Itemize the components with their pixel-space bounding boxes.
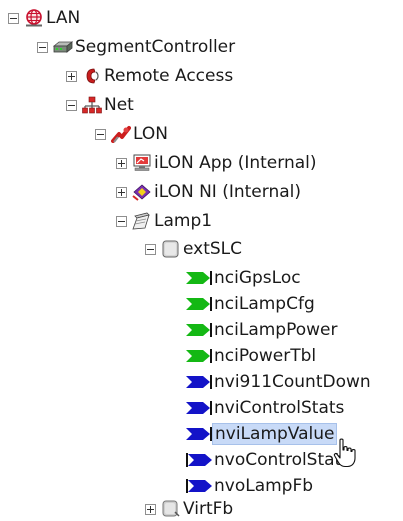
tree-node-segment-controller[interactable]: SegmentController xyxy=(37,35,237,59)
nci-datapoint-icon xyxy=(186,297,212,311)
tree-node-virtfb[interactable]: VirtFb xyxy=(145,497,235,521)
nci-datapoint-icon xyxy=(186,349,212,363)
tree-label: iLON NI (Internal) xyxy=(154,182,302,202)
lon-channel-icon xyxy=(111,126,131,143)
tree-node-remote-access[interactable]: Remote Access xyxy=(66,64,235,88)
phone-icon xyxy=(86,68,99,84)
expand-toggle[interactable] xyxy=(116,186,127,198)
tree-label: LON xyxy=(133,124,168,144)
expand-toggle[interactable] xyxy=(66,70,77,82)
controller-device-icon xyxy=(53,41,73,53)
tree-node-lon[interactable]: LON xyxy=(95,122,170,146)
computer-app-icon xyxy=(133,154,151,171)
datapoint-item[interactable]: nciGpsLoc xyxy=(186,266,303,290)
expand-toggle[interactable] xyxy=(145,503,156,515)
network-icon xyxy=(82,96,102,114)
datapoint-item[interactable]: nvi911CountDown xyxy=(186,370,373,394)
tree-label: iLON App (Internal) xyxy=(154,153,317,173)
datapoint-item[interactable]: nciLampPower xyxy=(186,318,339,342)
tree-label: SegmentController xyxy=(75,37,236,57)
tree-label: VirtFb xyxy=(183,499,234,519)
datapoint-item[interactable]: nviControlStats xyxy=(186,396,346,420)
expand-toggle[interactable] xyxy=(116,157,127,169)
collapse-toggle[interactable] xyxy=(95,128,106,140)
tree-label: extSLC xyxy=(183,239,243,259)
nvi-datapoint-icon xyxy=(186,375,212,389)
datapoint-label: nvi911CountDown xyxy=(214,372,371,392)
lamp-device-icon xyxy=(132,212,150,230)
collapse-toggle[interactable] xyxy=(116,215,127,227)
datapoint-item[interactable]: nvoLampFb xyxy=(186,474,315,498)
tree-node-lan[interactable]: LAN xyxy=(8,6,82,30)
collapse-toggle[interactable] xyxy=(37,41,48,53)
datapoint-label: nciGpsLoc xyxy=(214,268,301,288)
datapoint-label: nciLampCfg xyxy=(214,294,315,314)
nci-datapoint-icon xyxy=(186,323,212,337)
datapoint-item[interactable]: nvoControlStats xyxy=(186,448,352,472)
globe-network-icon xyxy=(26,9,42,27)
functional-block-icon xyxy=(162,240,179,258)
nvo-datapoint-icon xyxy=(186,453,212,467)
tree-label: Remote Access xyxy=(104,66,234,86)
datapoint-label: nviLampValue xyxy=(212,423,338,445)
datapoint-label: nciPowerTbl xyxy=(214,346,317,366)
network-interface-icon xyxy=(132,184,151,201)
tree-node-net[interactable]: Net xyxy=(66,93,136,117)
tree-label: Net xyxy=(104,95,134,115)
tree-node-ilon-ni[interactable]: iLON NI (Internal) xyxy=(116,180,303,204)
nci-datapoint-icon xyxy=(186,271,212,285)
datapoint-item-selected[interactable]: nviLampValue xyxy=(186,422,338,446)
nvo-datapoint-icon xyxy=(186,479,212,493)
datapoint-item[interactable]: nciPowerTbl xyxy=(186,344,318,368)
collapse-toggle[interactable] xyxy=(145,243,156,255)
tree-node-lamp1[interactable]: Lamp1 xyxy=(116,209,214,233)
datapoint-label: nviControlStats xyxy=(214,398,345,418)
collapse-toggle[interactable] xyxy=(66,99,77,111)
collapse-toggle[interactable] xyxy=(8,12,19,24)
datapoint-label: nvoControlStats xyxy=(214,450,351,470)
tree-label: LAN xyxy=(46,8,81,28)
nvi-datapoint-icon xyxy=(186,427,212,441)
tree-label: Lamp1 xyxy=(154,211,213,231)
datapoint-label: nciLampPower xyxy=(214,320,338,340)
datapoint-label: nvoLampFb xyxy=(214,476,314,496)
tree-node-extslc[interactable]: extSLC xyxy=(145,237,244,261)
datapoint-item[interactable]: nciLampCfg xyxy=(186,292,317,316)
virtual-block-icon xyxy=(162,500,180,517)
nvi-datapoint-icon xyxy=(186,401,212,415)
tree-node-ilon-app[interactable]: iLON App (Internal) xyxy=(116,151,319,175)
